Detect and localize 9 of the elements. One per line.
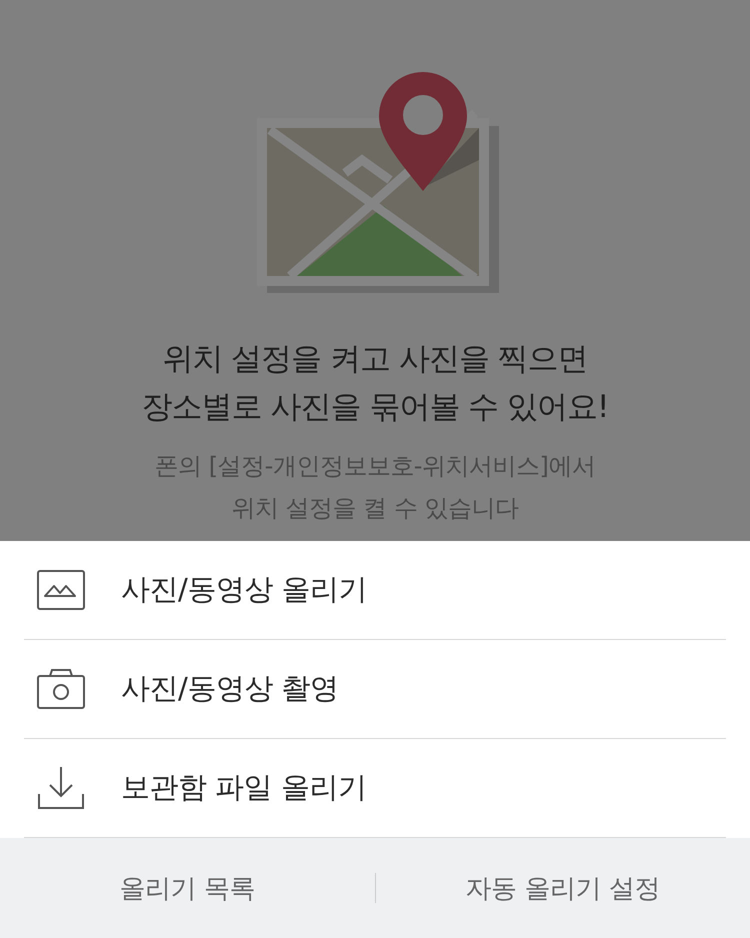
title-text: 위치 설정을 켜고 사진을 찍으면 — [161, 340, 589, 379]
image-icon — [37, 570, 85, 610]
menu-item[interactable]: 사진/동영상 촬영 — [24, 640, 726, 739]
camera-icon — [37, 669, 85, 709]
title-text: 장소별로 사진을 묶어볼 수 있어요! — [142, 388, 608, 427]
menu-item[interactable]: 사진/동영상 올리기 — [24, 541, 726, 640]
footer-button[interactable]: 자동 올리기 설정 — [376, 838, 750, 938]
download-icon — [37, 766, 85, 810]
footer-button[interactable]: 올리기 목록 — [0, 838, 374, 938]
